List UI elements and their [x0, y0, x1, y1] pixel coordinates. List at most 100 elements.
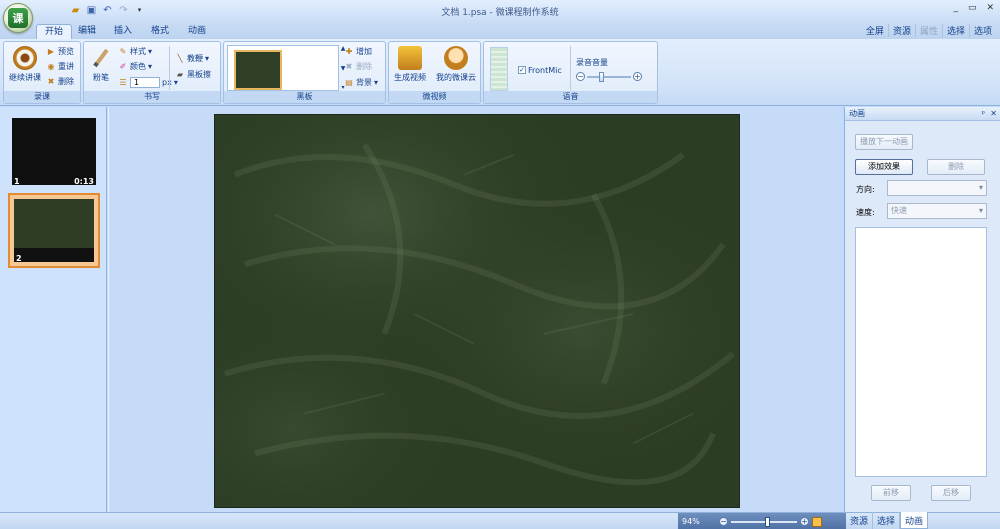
- style-icon: ✎: [119, 46, 127, 56]
- chalkboard-texture: [215, 115, 739, 507]
- maximize-button[interactable]: ▭: [968, 3, 977, 13]
- menu-options[interactable]: 选项: [968, 24, 996, 37]
- tab-insert[interactable]: 插入: [106, 24, 140, 39]
- add-effect-button[interactable]: 添加效果: [855, 159, 913, 175]
- pointer-dropdown[interactable]: ╲ 教鞭 ▾: [175, 52, 209, 64]
- window-title: 文档 1.psa - 微课程制作系统: [441, 8, 559, 18]
- chevron-down-icon: ▾: [148, 46, 153, 56]
- volume-increase-icon[interactable]: +: [633, 72, 642, 81]
- delete-recording-button[interactable]: ✖ 删除: [46, 75, 74, 87]
- generate-video-label: 生成视频: [394, 73, 426, 82]
- preview-button[interactable]: ▶ 预览: [46, 45, 74, 57]
- volume-knob[interactable]: [599, 71, 604, 82]
- animation-list[interactable]: [855, 227, 987, 477]
- pane-tab-resources[interactable]: 资源: [846, 512, 874, 529]
- slides-panel: 1 0:13 2: [0, 107, 107, 512]
- pane-title: 动画: [849, 109, 865, 118]
- direction-select[interactable]: [887, 180, 987, 196]
- rerecord-icon: ◉: [47, 61, 55, 71]
- color-dropdown[interactable]: ✐ 颜色 ▾: [118, 60, 152, 72]
- tab-format[interactable]: 格式: [143, 24, 177, 39]
- group-record: 继续讲课 ▶ 预览 ◉ 重讲 ✖ 删除 录课: [3, 41, 81, 104]
- move-up-button[interactable]: 前移: [871, 485, 911, 501]
- zoom-out-icon[interactable]: −: [719, 517, 728, 526]
- title-bar: 课 ▰ ▣ ↶ ↷ ▾ 文档 1.psa - 微课程制作系统 _ ▭ ✕: [0, 0, 1000, 33]
- line-width-unit: px: [162, 77, 172, 87]
- group-write-label: 书写: [84, 91, 220, 103]
- zoom-slider[interactable]: [731, 516, 797, 527]
- rerecord-label: 重讲: [58, 61, 74, 71]
- minimize-button[interactable]: _: [953, 3, 958, 13]
- record-icon: [13, 46, 37, 70]
- group-board-label: 黑板: [224, 91, 385, 103]
- group-microvideo-label: 微视频: [389, 91, 480, 103]
- menu-select[interactable]: 选择: [941, 24, 969, 37]
- chalkboard[interactable]: [214, 114, 740, 508]
- record-volume-slider[interactable]: − +: [576, 71, 642, 82]
- background-dropdown[interactable]: ▤ 背景 ▾: [344, 76, 378, 88]
- record-volume-label: 录音音量: [576, 57, 608, 67]
- tab-home[interactable]: 开始: [36, 24, 73, 39]
- delete-effect-button[interactable]: 删除: [927, 159, 985, 175]
- menu-fullscreen[interactable]: 全屏: [862, 24, 888, 37]
- delete-board-button[interactable]: ✖ 删除: [344, 60, 372, 72]
- zoom-percent: 94%: [682, 517, 700, 526]
- mic-label: FrontMic: [528, 65, 562, 75]
- move-down-button[interactable]: 后移: [931, 485, 971, 501]
- ribbon-tab-row: 开始 编辑 插入 格式 动画: [0, 22, 1000, 39]
- chevron-down-icon: ▾: [148, 61, 153, 71]
- style-label: 样式: [130, 46, 146, 56]
- fit-to-window-icon[interactable]: [812, 516, 822, 527]
- zoom-in-icon[interactable]: +: [800, 517, 809, 526]
- delete-x-icon: ✖: [47, 76, 55, 86]
- volume-decrease-icon[interactable]: −: [576, 72, 585, 81]
- eraser-button[interactable]: ▰ 黑板擦: [175, 68, 211, 80]
- group-voice: ✓ FrontMic 录音音量 − + 语音: [483, 41, 658, 104]
- my-cloud-label: 我的微课云: [436, 73, 476, 82]
- volume-track[interactable]: [587, 71, 631, 82]
- pane-tab-animation[interactable]: 动画: [900, 512, 929, 529]
- tab-edit[interactable]: 编辑: [70, 24, 104, 39]
- board-thumbnail[interactable]: [234, 50, 282, 90]
- line-width-value[interactable]: 1: [130, 76, 160, 88]
- ribbon: 继续讲课 ▶ 预览 ◉ 重讲 ✖ 删除 录课 粉笔 ✎ 样式 ▾ ✐ 颜色 ▾ …: [0, 39, 1000, 106]
- close-icon[interactable]: ✕: [990, 107, 997, 120]
- animation-pane: 动画 ᵖ ✕ 播放下一动画 添加效果 删除 方向: 速度: 快速 前移 后移: [844, 107, 1000, 512]
- mic-checkbox[interactable]: ✓ FrontMic: [518, 64, 562, 76]
- group-write: 粉笔 ✎ 样式 ▾ ✐ 颜色 ▾ ☰ 1 px ▾ ╲ 教鞭 ▾ ▰ 黑板擦 书…: [83, 41, 221, 104]
- generate-video-button[interactable]: 生成视频: [391, 46, 429, 83]
- color-icon: ✐: [119, 61, 127, 71]
- pointer-label: 教鞭: [187, 53, 203, 63]
- close-button[interactable]: ✕: [986, 3, 994, 13]
- slide-thumbnail-1[interactable]: 1 0:13: [8, 114, 100, 189]
- pin-icon[interactable]: ᵖ: [982, 107, 985, 120]
- play-next-animation-button[interactable]: 播放下一动画: [855, 134, 913, 150]
- chalk-button[interactable]: 粉笔: [88, 46, 114, 83]
- my-cloud-button[interactable]: 我的微课云: [432, 46, 480, 83]
- rerecord-button[interactable]: ◉ 重讲: [46, 60, 75, 72]
- delete-board-label: 删除: [356, 61, 372, 71]
- plus-icon: ✚: [345, 46, 353, 56]
- continue-lecture-button[interactable]: 继续讲课: [7, 46, 43, 83]
- slide-1-preview: [12, 118, 96, 185]
- eraser-icon: ▰: [176, 69, 184, 79]
- style-dropdown[interactable]: ✎ 样式 ▾: [118, 45, 152, 57]
- user-avatar-icon: [444, 46, 468, 70]
- divider: [169, 46, 170, 90]
- tab-animation[interactable]: 动画: [180, 24, 214, 39]
- eraser-label: 黑板擦: [187, 69, 211, 79]
- group-record-label: 录课: [4, 91, 80, 103]
- delete-recording-label: 删除: [58, 76, 74, 86]
- zoom-knob[interactable]: [765, 516, 771, 527]
- slide-thumbnail-2[interactable]: 2: [8, 193, 100, 268]
- menu-resources[interactable]: 资源: [887, 24, 915, 37]
- app-logo-button[interactable]: 课: [3, 3, 33, 33]
- add-board-button[interactable]: ✚ 增加: [344, 45, 372, 57]
- menu-properties[interactable]: 属性: [914, 24, 942, 37]
- board-gallery[interactable]: [227, 45, 339, 91]
- editing-canvas: [108, 107, 842, 512]
- speed-label: 速度:: [856, 208, 875, 217]
- pane-tab-select[interactable]: 选择: [873, 512, 901, 529]
- speed-select[interactable]: 快速: [887, 203, 987, 219]
- background-icon: ▤: [345, 77, 353, 87]
